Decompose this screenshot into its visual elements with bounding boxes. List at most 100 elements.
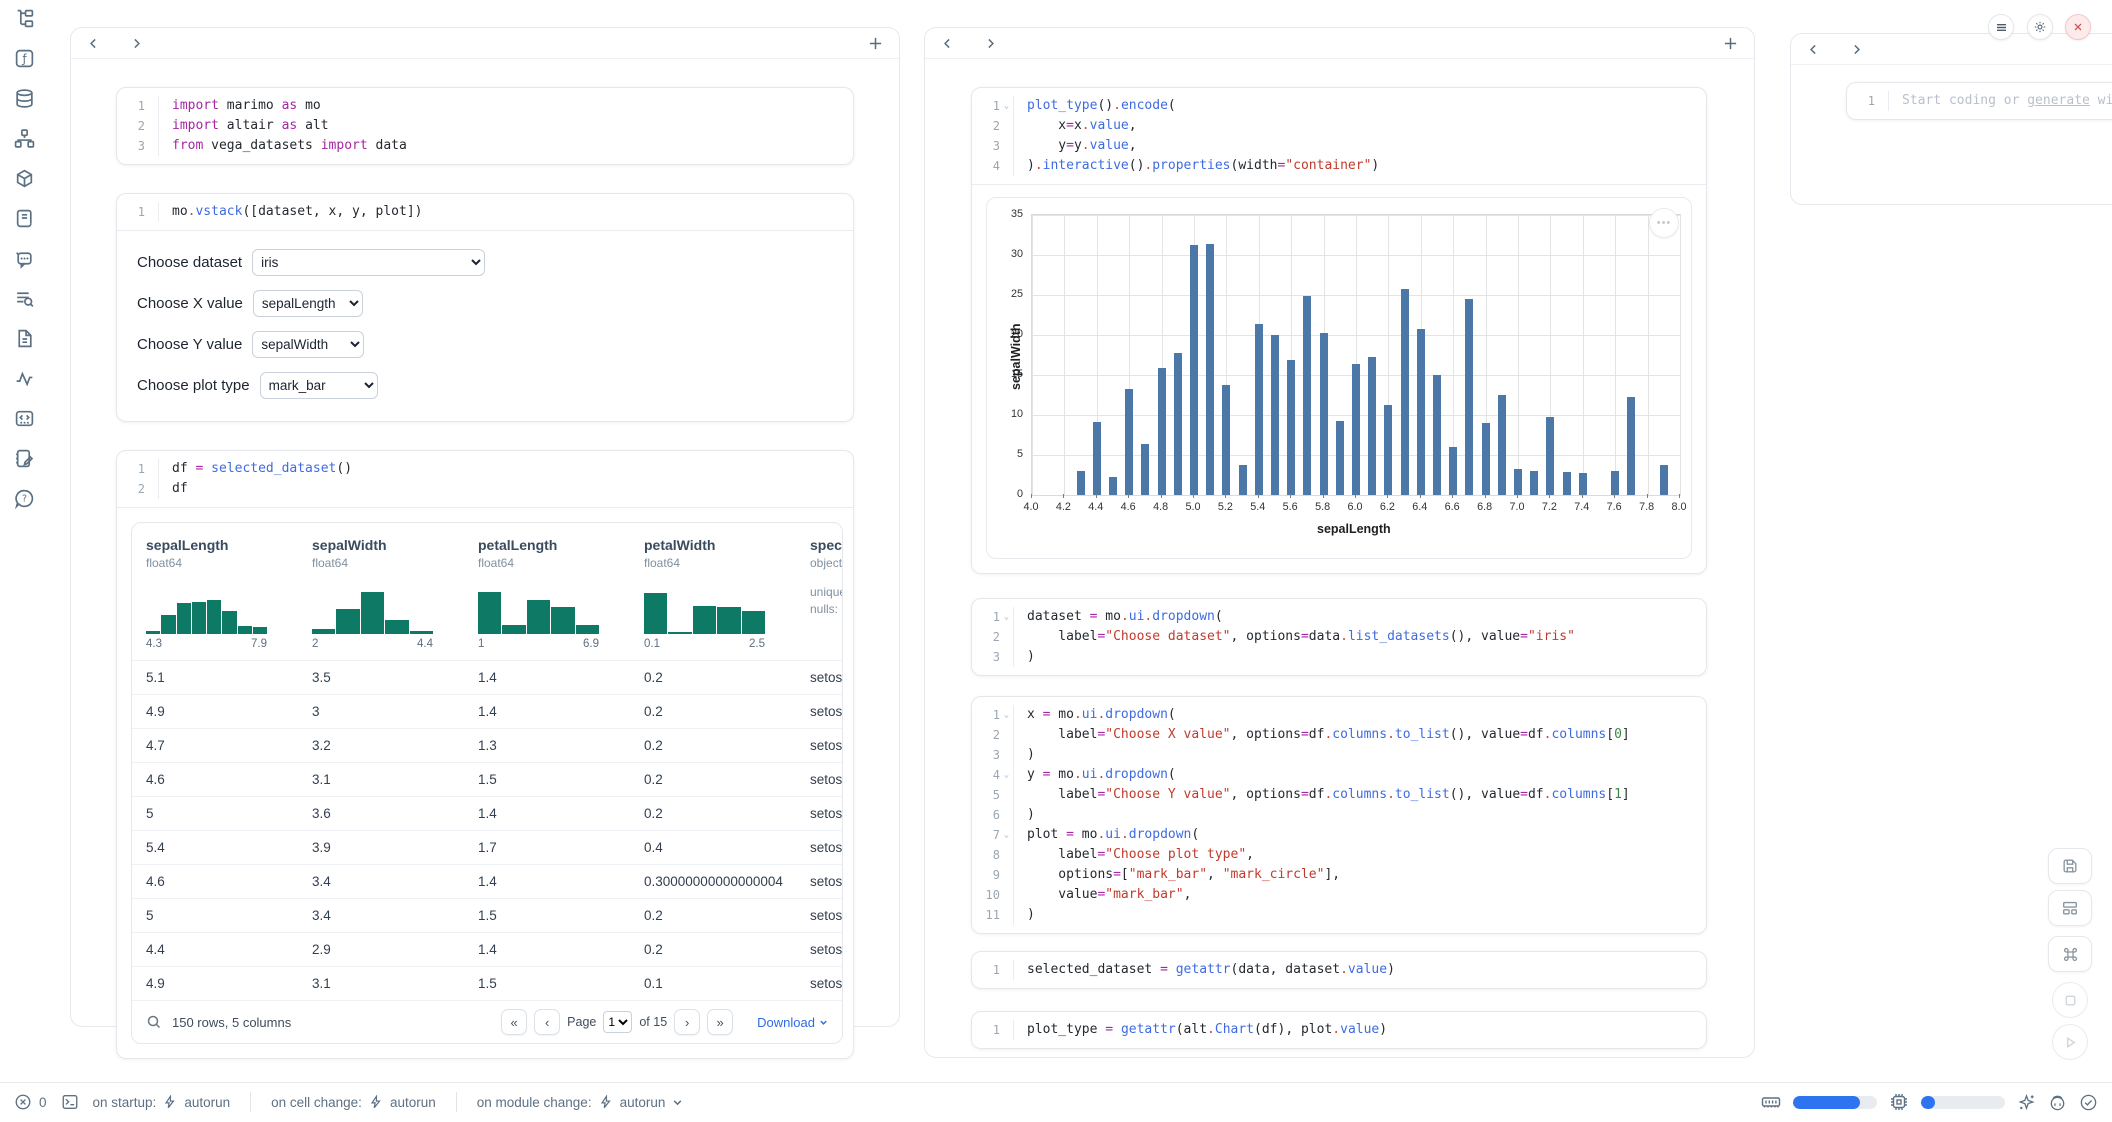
table-row[interactable]: 4.931.40.2setosa xyxy=(132,694,842,728)
line-number: 2 xyxy=(972,725,1000,745)
chat-bot-icon[interactable] xyxy=(12,246,37,271)
y-value-dropdown[interactable]: sepalWidth xyxy=(252,331,364,358)
ai-assistant-button[interactable] xyxy=(2017,1093,2036,1112)
svg-text:ƒ: ƒ xyxy=(21,52,27,66)
table-row[interactable]: 4.42.91.40.2setosa xyxy=(132,932,842,966)
code-editor[interactable]: 1⌄dataset = mo.ui.dropdown(2 label="Choo… xyxy=(972,599,1706,675)
download-button[interactable]: Download xyxy=(757,1015,828,1030)
stop-icon xyxy=(2063,993,2078,1008)
code-line: plot = mo.ui.dropdown( xyxy=(1013,825,1199,845)
last-page-button[interactable]: » xyxy=(707,1009,733,1035)
list-search-icon[interactable] xyxy=(12,286,37,311)
code-line: dataset = mo.ui.dropdown( xyxy=(1013,607,1223,627)
cell-imports: 1import marimo as mo2import altair as al… xyxy=(116,87,854,165)
help-chat-icon[interactable]: ? xyxy=(12,486,37,511)
table-row[interactable]: 5.43.91.70.4setosa xyxy=(132,830,842,864)
generate-link[interactable]: generate xyxy=(2027,93,2090,108)
save-button[interactable] xyxy=(2048,848,2092,884)
nav-back-button[interactable] xyxy=(1805,41,1822,58)
scratchpad-icon[interactable] xyxy=(12,446,37,471)
table-row[interactable]: 4.73.21.30.2setosa xyxy=(132,728,842,762)
keyboard-shortcuts-button[interactable] xyxy=(2048,936,2092,972)
nav-back-button[interactable] xyxy=(85,35,102,52)
snippets-icon[interactable] xyxy=(12,406,37,431)
nav-forward-button[interactable] xyxy=(1848,41,1865,58)
document-icon[interactable] xyxy=(12,326,37,351)
menu-button[interactable] xyxy=(1988,14,2014,40)
package-icon[interactable] xyxy=(12,166,37,191)
prev-page-button[interactable]: ‹ xyxy=(534,1009,560,1035)
column-header[interactable]: petalWidthfloat640.12.5 xyxy=(630,537,796,650)
column-header[interactable]: petalLengthfloat6416.9 xyxy=(464,537,630,650)
activity-icon[interactable] xyxy=(12,366,37,391)
code-line: ).interactive().properties(width="contai… xyxy=(1013,156,1379,176)
table-row[interactable]: 53.61.40.2setosa xyxy=(132,796,842,830)
plot-type-dropdown[interactable]: mark_bar xyxy=(260,372,378,399)
search-icon[interactable] xyxy=(146,1014,162,1030)
column-header[interactable]: speciesobjectuniquenulls: xyxy=(796,537,843,650)
connection-status-button[interactable] xyxy=(2079,1093,2098,1112)
table-cell: setosa xyxy=(796,704,843,719)
autorun-startup-toggle[interactable]: on startup: autorun xyxy=(93,1095,231,1110)
pagination: « ‹ Page 1 of 15 › » xyxy=(501,1009,733,1035)
code-editor[interactable]: 1import marimo as mo2import altair as al… xyxy=(117,88,853,164)
dependency-graph-icon[interactable] xyxy=(12,126,37,151)
code-editor[interactable]: 1mo.vstack([dataset, x, y, plot]) xyxy=(117,194,853,230)
fold-chevron-icon[interactable]: ⌄ xyxy=(1000,765,1013,785)
fold-chevron-icon[interactable]: ⌄ xyxy=(1000,96,1013,116)
script-log-icon[interactable] xyxy=(12,206,37,231)
add-cell-button[interactable] xyxy=(1721,34,1740,53)
fold-spacer xyxy=(1000,905,1013,925)
autorun-module-change-toggle[interactable]: on module change: autorun xyxy=(477,1095,684,1110)
column-header[interactable]: sepalWidthfloat6424.4 xyxy=(298,537,464,650)
nav-forward-button[interactable] xyxy=(128,35,145,52)
dataset-dropdown[interactable]: iris xyxy=(252,249,485,276)
plot-area[interactable] xyxy=(1031,214,1681,496)
table-row[interactable]: 4.93.11.50.1setosa xyxy=(132,966,842,1000)
nav-forward-button[interactable] xyxy=(982,35,999,52)
fold-chevron-icon[interactable]: ⌄ xyxy=(1000,705,1013,725)
table-row[interactable]: 5.13.51.40.2setosa xyxy=(132,660,842,694)
first-page-button[interactable]: « xyxy=(501,1009,527,1035)
code-editor[interactable]: 1 Start coding or generate with AI xyxy=(1847,83,2112,119)
line-number: 8 xyxy=(972,845,1000,865)
code-editor[interactable]: 1plot_type = getattr(alt.Chart(df), plot… xyxy=(972,1012,1706,1048)
terminal-button[interactable] xyxy=(61,1093,79,1111)
code-editor[interactable]: 1⌄x = mo.ui.dropdown(2 label="Choose X v… xyxy=(972,697,1706,933)
panel-notebook-left: 1import marimo as mo2import altair as al… xyxy=(70,27,900,1027)
copilot-button[interactable] xyxy=(2048,1093,2067,1112)
chart-bar xyxy=(1190,245,1198,495)
error-indicator[interactable]: 0 xyxy=(14,1093,47,1111)
database-icon[interactable] xyxy=(12,86,37,111)
code-editor[interactable]: 1df = selected_dataset()2df xyxy=(117,451,853,507)
table-cell: 5 xyxy=(132,908,298,923)
table-row[interactable]: 4.63.11.50.2setosa xyxy=(132,762,842,796)
code-editor[interactable]: 1⌄plot_type().encode(2 x=x.value,3 y=y.v… xyxy=(972,88,1706,184)
table-row[interactable]: 4.63.41.40.30000000000000004setosa xyxy=(132,864,842,898)
gear-icon xyxy=(2033,20,2047,34)
table-cell: 0.2 xyxy=(630,704,796,719)
file-tree-icon[interactable] xyxy=(12,6,37,31)
settings-button[interactable] xyxy=(2027,14,2053,40)
page-select[interactable]: 1 xyxy=(603,1011,632,1033)
close-button[interactable] xyxy=(2065,14,2091,40)
autorun-cell-change-toggle[interactable]: on cell change: autorun xyxy=(271,1095,436,1110)
function-icon[interactable]: ƒ xyxy=(12,46,37,71)
add-cell-button[interactable] xyxy=(866,34,885,53)
x-value-dropdown[interactable]: sepalLength xyxy=(253,290,363,317)
column-header[interactable]: sepalLengthfloat644.37.9 xyxy=(132,537,298,650)
chart-bar xyxy=(1611,471,1619,495)
layout-button[interactable] xyxy=(2048,890,2092,926)
code-editor[interactable]: 1selected_dataset = getattr(data, datase… xyxy=(972,952,1706,988)
cell-dataset-dropdown: 1⌄dataset = mo.ui.dropdown(2 label="Choo… xyxy=(971,598,1707,676)
chart-menu-button[interactable]: ••• xyxy=(1649,208,1679,238)
nav-back-button[interactable] xyxy=(939,35,956,52)
fold-chevron-icon[interactable]: ⌄ xyxy=(1000,607,1013,627)
run-button[interactable] xyxy=(2052,1024,2088,1060)
fold-chevron-icon[interactable]: ⌄ xyxy=(1000,825,1013,845)
stop-button[interactable] xyxy=(2052,982,2088,1018)
fold-spacer xyxy=(145,96,158,116)
table-row[interactable]: 53.41.50.2setosa xyxy=(132,898,842,932)
ram-usage-bar xyxy=(1793,1096,1877,1109)
next-page-button[interactable]: › xyxy=(674,1009,700,1035)
